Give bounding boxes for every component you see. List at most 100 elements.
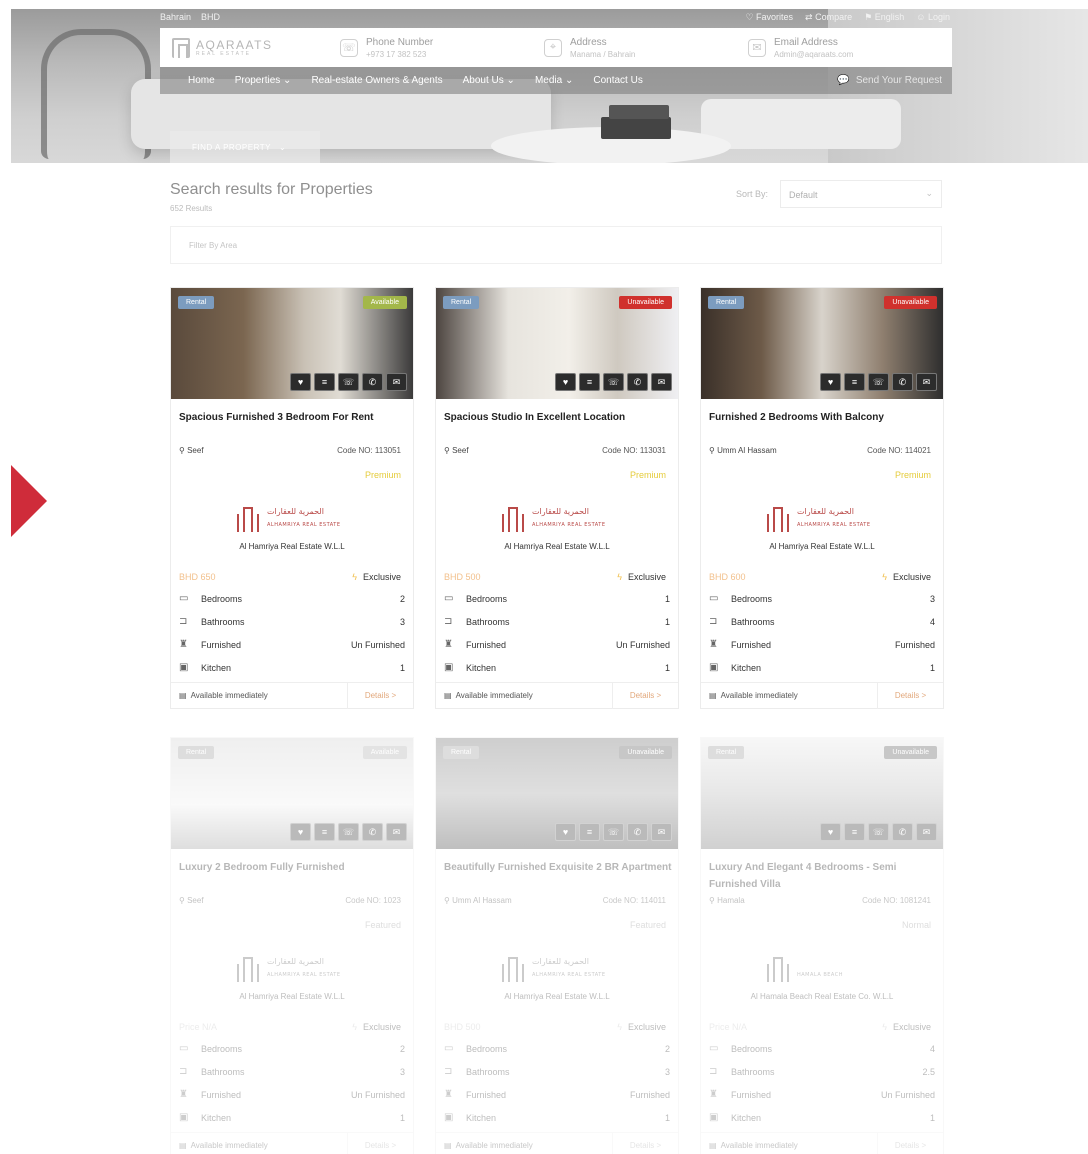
email-value[interactable]: Admin@aqaraats.com <box>774 50 853 59</box>
favorite-heart-icon[interactable]: ♥ <box>555 373 576 391</box>
card-footer: ▤ Available immediately Details > <box>436 1132 678 1154</box>
whatsapp-icon[interactable]: ✆ <box>362 823 383 841</box>
login-link[interactable]: ☺ Login <box>916 12 950 23</box>
filter-area-input[interactable]: Filter By Area <box>170 226 942 264</box>
agency-logo[interactable]: HAMALA BEACH <box>763 950 883 984</box>
property-title[interactable]: Beautifully Furnished Exquisite 2 BR Apa… <box>444 859 672 876</box>
details-button[interactable]: Details > <box>612 1132 678 1154</box>
property-title[interactable]: Luxury 2 Bedroom Fully Furnished <box>179 859 407 876</box>
property-title[interactable]: Spacious Studio In Excellent Location <box>444 409 672 426</box>
agency-logo[interactable]: الحمرية للعقارات ALHAMRIYA REAL ESTATE <box>763 500 883 534</box>
favorite-heart-icon[interactable]: ♥ <box>820 373 841 391</box>
calendar-icon: ▤ <box>179 1141 187 1150</box>
agency-name[interactable]: Al Hamriya Real Estate W.L.L <box>436 992 678 1001</box>
property-card[interactable]: Rental Available ♥ ≡ ☏ ✆ ✉ Spacious Furn… <box>170 287 414 709</box>
agency-logo[interactable]: الحمرية للعقارات ALHAMRIYA REAL ESTATE <box>498 950 618 984</box>
property-photo[interactable]: Rental Unavailable ♥ ≡ ☏ ✆ ✉ <box>701 288 943 399</box>
nav-about[interactable]: About Us ⌄ <box>463 75 515 86</box>
hero-ottoman <box>701 99 901 149</box>
phone-icon[interactable]: ☏ <box>338 373 359 391</box>
property-code: Code NO: 114011 <box>602 896 666 905</box>
email-icon[interactable]: ✉ <box>651 823 672 841</box>
property-photo[interactable]: Rental Available ♥ ≡ ☏ ✆ ✉ <box>171 288 413 399</box>
details-button[interactable]: Details > <box>612 682 678 709</box>
phone-icon[interactable]: ☏ <box>868 373 889 391</box>
phone-icon[interactable]: ☏ <box>338 823 359 841</box>
feature-kitchen: ▣ Kitchen 1 <box>179 662 405 673</box>
whatsapp-icon[interactable]: ✆ <box>892 373 913 391</box>
language-select[interactable]: ⚑ English <box>864 12 904 23</box>
kitchen-value: 1 <box>929 1112 935 1123</box>
nav-home[interactable]: Home <box>188 75 215 86</box>
currency-select[interactable]: BHD <box>201 12 220 22</box>
whatsapp-icon[interactable]: ✆ <box>362 373 383 391</box>
favorite-heart-icon[interactable]: ♥ <box>290 373 311 391</box>
phone-icon[interactable]: ☏ <box>868 823 889 841</box>
property-card[interactable]: Rental Unavailable ♥ ≡ ☏ ✆ ✉ Furnished 2… <box>700 287 944 709</box>
property-location: ⚲ Umm Al Hassam <box>444 896 512 905</box>
property-location: ⚲ Seef <box>179 896 204 905</box>
phone-icon[interactable]: ☏ <box>603 373 624 391</box>
nav-properties[interactable]: Properties ⌄ <box>235 75 292 86</box>
agency-name[interactable]: Al Hamriya Real Estate W.L.L <box>171 992 413 1001</box>
favorite-heart-icon[interactable]: ♥ <box>290 823 311 841</box>
agency-logo[interactable]: الحمرية للعقارات ALHAMRIYA REAL ESTATE <box>233 500 353 534</box>
nav-contact[interactable]: Contact Us <box>593 75 642 86</box>
email-icon[interactable]: ✉ <box>651 373 672 391</box>
compare-link[interactable]: ⇄ Compare <box>805 12 852 23</box>
agency-name[interactable]: Al Hamriya Real Estate W.L.L <box>436 542 678 551</box>
details-button[interactable]: Details > <box>877 1132 943 1154</box>
property-title[interactable]: Luxury And Elegant 4 Bedrooms - Semi Fur… <box>709 859 937 893</box>
property-card[interactable]: Rental Unavailable ♥ ≡ ☏ ✆ ✉ Beautifully… <box>435 737 679 1154</box>
property-card[interactable]: Rental Available ♥ ≡ ☏ ✆ ✉ Luxury 2 Bedr… <box>170 737 414 1154</box>
bedrooms-label: Bedrooms <box>466 593 508 604</box>
compare-icon[interactable]: ≡ <box>314 373 335 391</box>
compare-icon[interactable]: ≡ <box>579 373 600 391</box>
brand-logo[interactable]: AQARAATS REAL ESTATE <box>160 37 340 58</box>
location-text: Umm Al Hassam <box>717 446 777 455</box>
email-icon[interactable]: ✉ <box>916 823 937 841</box>
property-photo[interactable]: Rental Available ♥ ≡ ☏ ✆ ✉ <box>171 738 413 849</box>
nav-owners-agents[interactable]: Real-estate Owners & Agents <box>311 75 442 86</box>
email-icon[interactable]: ✉ <box>386 823 407 841</box>
kitchen-value: 1 <box>664 662 670 673</box>
find-property-button[interactable]: FIND A PROPERTY ⌄ <box>170 131 320 163</box>
property-photo[interactable]: Rental Unavailable ♥ ≡ ☏ ✆ ✉ <box>436 288 678 399</box>
whatsapp-icon[interactable]: ✆ <box>892 823 913 841</box>
phone-value[interactable]: +973 17 382 523 <box>366 50 433 59</box>
compare-icon[interactable]: ≡ <box>844 373 865 391</box>
property-card[interactable]: Rental Unavailable ♥ ≡ ☏ ✆ ✉ Luxury And … <box>700 737 944 1154</box>
compare-icon[interactable]: ≡ <box>579 823 600 841</box>
bed-icon: ▭ <box>709 1043 719 1054</box>
property-card[interactable]: Rental Unavailable ♥ ≡ ☏ ✆ ✉ Spacious St… <box>435 287 679 709</box>
sort-select[interactable]: Default ⌄ <box>780 180 942 208</box>
agency-logo[interactable]: الحمرية للعقارات ALHAMRIYA REAL ESTATE <box>498 500 618 534</box>
email-icon[interactable]: ✉ <box>916 373 937 391</box>
address-value: Manama / Bahrain <box>570 49 636 59</box>
country-select[interactable]: Bahrain <box>160 12 191 22</box>
agency-name[interactable]: Al Hamriya Real Estate W.L.L <box>171 542 413 551</box>
details-button[interactable]: Details > <box>877 682 943 709</box>
favorite-heart-icon[interactable]: ♥ <box>555 823 576 841</box>
nav-media[interactable]: Media ⌄ <box>535 75 573 86</box>
property-photo[interactable]: Rental Unavailable ♥ ≡ ☏ ✆ ✉ <box>436 738 678 849</box>
favorite-heart-icon[interactable]: ♥ <box>820 823 841 841</box>
favorites-link[interactable]: ♡ Favorites <box>745 12 793 23</box>
bedrooms-label: Bedrooms <box>731 1043 773 1054</box>
whatsapp-icon[interactable]: ✆ <box>627 823 648 841</box>
details-button[interactable]: Details > <box>347 1132 413 1154</box>
whatsapp-icon[interactable]: ✆ <box>627 373 648 391</box>
send-request-button[interactable]: 💬 Send Your Request <box>837 75 952 86</box>
property-photo[interactable]: Rental Unavailable ♥ ≡ ☏ ✆ ✉ <box>701 738 943 849</box>
property-title[interactable]: Spacious Furnished 3 Bedroom For Rent <box>179 409 407 426</box>
compare-icon[interactable]: ≡ <box>314 823 335 841</box>
compare-icon[interactable]: ≡ <box>844 823 865 841</box>
details-button[interactable]: Details > <box>347 682 413 709</box>
agency-name[interactable]: Al Hamala Beach Real Estate Co. W.L.L <box>701 992 943 1001</box>
agency-name[interactable]: Al Hamriya Real Estate W.L.L <box>701 542 943 551</box>
property-title[interactable]: Furnished 2 Bedrooms With Balcony <box>709 409 937 426</box>
agency-logo[interactable]: الحمرية للعقارات ALHAMRIYA REAL ESTATE <box>233 950 353 984</box>
phone-icon[interactable]: ☏ <box>603 823 624 841</box>
email-icon[interactable]: ✉ <box>386 373 407 391</box>
location-pin-icon: ⚲ <box>444 446 450 455</box>
